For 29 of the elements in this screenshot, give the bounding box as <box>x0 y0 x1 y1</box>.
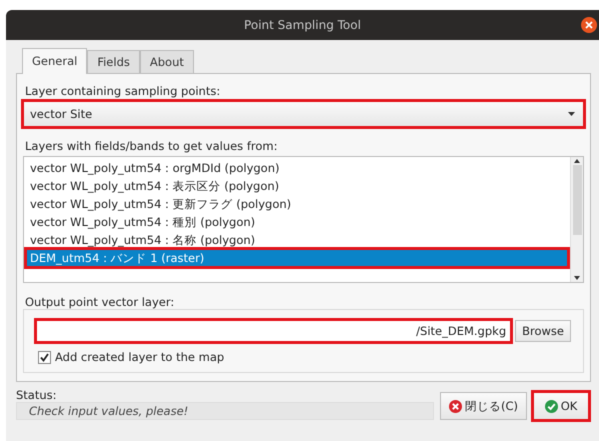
tab[interactable]: General <box>22 48 88 74</box>
close-button[interactable]: 閉じる(C) <box>440 392 527 420</box>
scrollbar-thumb[interactable] <box>572 165 582 235</box>
dropdown-arrow-icon <box>568 112 575 116</box>
field-label: Layer containing sampling points: <box>24 83 222 100</box>
checkmark-icon <box>544 400 558 412</box>
list-item[interactable]: vector WL_poly_utm54 : 名称 (polygon) <box>26 231 568 249</box>
browse-button[interactable]: Browse <box>515 320 571 342</box>
checkbox-label: Add created layer to the map <box>55 350 224 364</box>
field-label: Layers with fields/bands to get values from: <box>24 138 278 155</box>
layer-dropdown[interactable]: vector Site <box>23 101 584 127</box>
ok-button[interactable]: OK <box>533 392 589 420</box>
group-label: Output point vector layer: <box>24 294 174 311</box>
list-item[interactable]: DEM_utm54 : バンド 1 (raster) <box>26 249 568 267</box>
scrollbar[interactable] <box>570 157 583 282</box>
tab[interactable]: Fields <box>87 50 140 73</box>
window-title: Point Sampling Tool <box>244 18 361 32</box>
scroll-down-icon[interactable] <box>573 274 581 282</box>
list-item[interactable]: vector WL_poly_utm54 : 更新フラグ (polygon) <box>26 195 568 213</box>
checkbox[interactable] <box>38 350 51 364</box>
close-icon[interactable] <box>581 17 597 33</box>
list-item[interactable]: vector WL_poly_utm54 : orgMDId (polygon) <box>26 159 568 177</box>
output-path-field[interactable]: /Site_DEM.gpkg <box>36 320 512 342</box>
status-message: Check input values, please! <box>16 402 434 420</box>
list-item[interactable]: vector WL_poly_utm54 : 表示区分 (polygon) <box>26 177 568 195</box>
close-icon <box>448 400 462 412</box>
status-label: Status: <box>16 388 58 402</box>
tab[interactable]: About <box>140 50 194 73</box>
list-item[interactable]: vector WL_poly_utm54 : 種別 (polygon) <box>26 213 568 231</box>
